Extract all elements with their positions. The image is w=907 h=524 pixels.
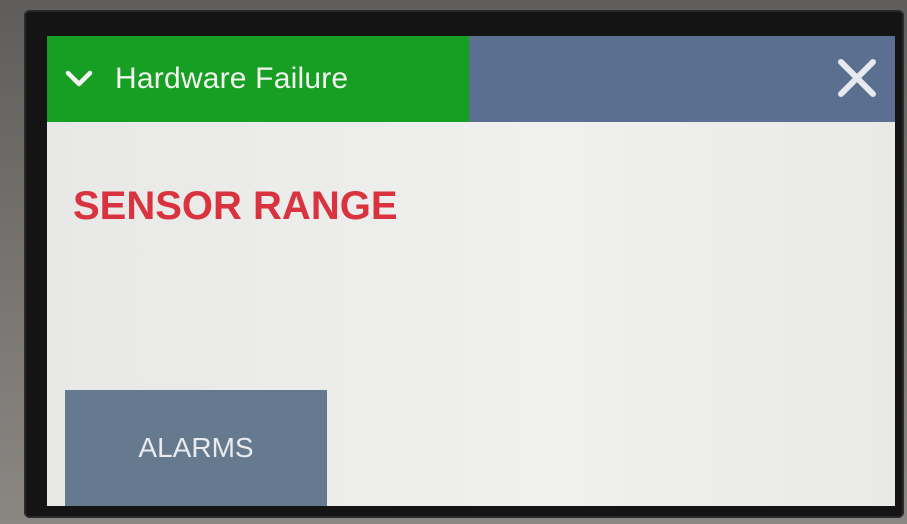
close-icon (835, 56, 879, 105)
alert-title: Hardware Failure (115, 62, 349, 95)
alert-body: SENSOR RANGE ALARMS (47, 122, 895, 506)
alarms-button-label: ALARMS (138, 432, 254, 463)
alert-header: Hardware Failure (47, 36, 895, 122)
alert-status-tab[interactable]: Hardware Failure (47, 36, 469, 122)
error-message: SENSOR RANGE (73, 184, 398, 228)
close-button[interactable] (831, 54, 883, 106)
alarms-button[interactable]: ALARMS (65, 390, 327, 506)
touch-screen: Hardware Failure SENSOR RANGE ALARMS (47, 36, 895, 506)
chevron-down-icon (61, 61, 97, 97)
